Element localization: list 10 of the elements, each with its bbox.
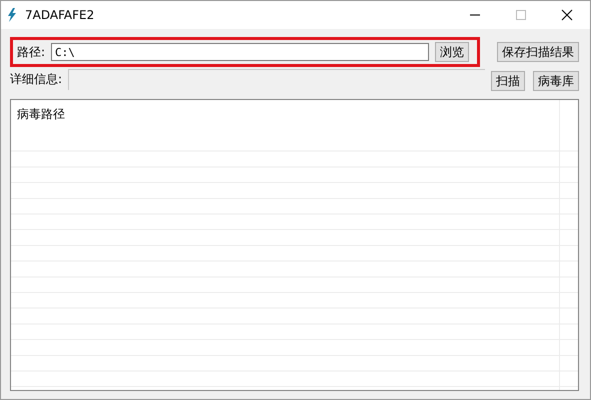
window-title: 7ADAFAFE2 xyxy=(25,8,96,22)
detail-label: 详细信息: xyxy=(10,70,62,88)
browse-button[interactable]: 浏览 xyxy=(435,42,469,62)
column-header: 病毒路径 xyxy=(17,106,65,123)
lightning-icon xyxy=(7,8,17,22)
path-label: 路径: xyxy=(17,44,46,60)
path-field[interactable]: C:\ xyxy=(51,43,429,61)
save-results-button[interactable]: 保存扫描结果 xyxy=(497,42,579,62)
virus-database-button[interactable]: 病毒库 xyxy=(533,71,579,91)
scan-button[interactable]: 扫描 xyxy=(491,71,525,91)
